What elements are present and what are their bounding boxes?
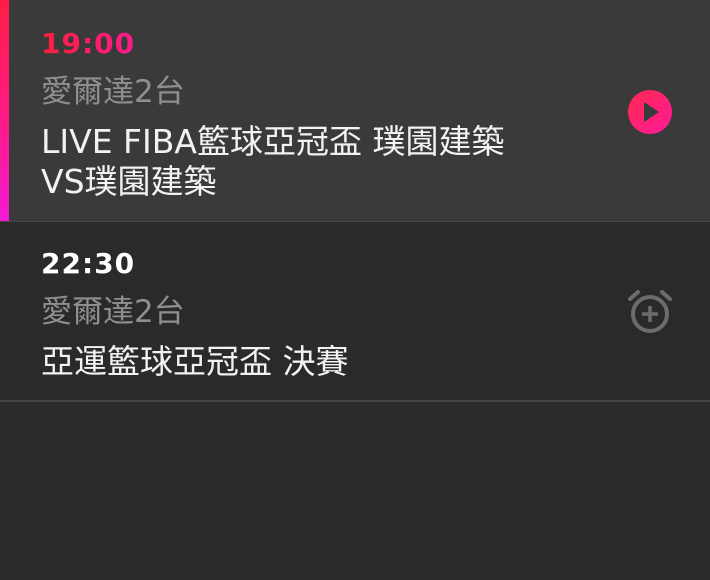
program-title-line: VS璞園建築 bbox=[41, 162, 217, 201]
program-title-line: LIVE FIBA籃球亞冠盃 璞園建築 bbox=[41, 122, 505, 161]
play-button[interactable] bbox=[628, 90, 672, 134]
program-channel: 愛爾達2台 bbox=[41, 74, 185, 110]
program-title: LIVE FIBA籃球亞冠盃 璞園建築 VS璞園建築 bbox=[41, 122, 601, 202]
alarm-add-icon bbox=[628, 290, 672, 333]
program-time: 19:00 bbox=[41, 27, 136, 60]
program-time: 22:30 bbox=[41, 247, 136, 280]
program-list: 19:00 愛爾達2台 LIVE FIBA籃球亞冠盃 璞園建築 VS璞園建築 2… bbox=[0, 0, 710, 580]
play-icon bbox=[644, 102, 659, 122]
row-divider bbox=[0, 400, 710, 402]
program-channel: 愛爾達2台 bbox=[41, 294, 185, 330]
live-indicator-bar bbox=[0, 0, 9, 221]
program-title: 亞運籃球亞冠盃 決賽 bbox=[41, 342, 349, 381]
program-item-live[interactable]: 19:00 愛爾達2台 LIVE FIBA籃球亞冠盃 璞園建築 VS璞園建築 bbox=[0, 0, 710, 221]
set-reminder-button[interactable] bbox=[626, 288, 674, 336]
